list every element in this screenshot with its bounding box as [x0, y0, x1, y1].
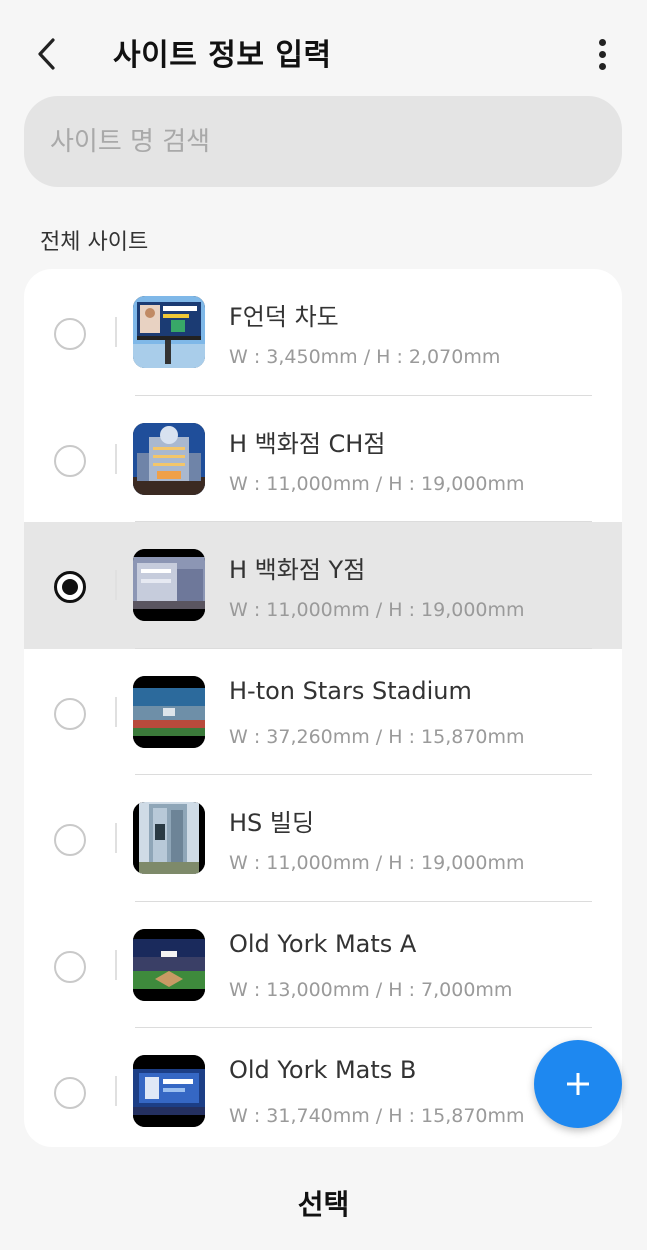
site-radio[interactable]: [54, 950, 86, 983]
divider: [115, 317, 117, 347]
site-size: W : 11,000mm / H : 19,000mm: [229, 599, 525, 621]
site-name: H 백화점 CH점: [229, 429, 386, 458]
department-store-street-image: [133, 549, 205, 621]
divider: [115, 823, 117, 853]
site-list-item[interactable]: H-ton Stars Stadium W : 37,260mm / H : 1…: [24, 649, 622, 775]
site-name: Old York Mats A: [229, 929, 417, 958]
site-thumbnail: [133, 549, 205, 621]
site-list: F언덕 차도 W : 3,450mm / H : 2,070mm H 백화점 C…: [24, 269, 622, 1147]
site-name: F언덕 차도: [229, 303, 339, 331]
site-list-item[interactable]: F언덕 차도 W : 3,450mm / H : 2,070mm: [24, 269, 622, 396]
site-size: W : 31,740mm / H : 15,870mm: [229, 1105, 525, 1127]
department-store-night-image: [133, 422, 205, 495]
stadium-image: [133, 675, 205, 748]
site-thumbnail: [133, 422, 205, 495]
site-size: W : 37,260mm / H : 15,870mm: [229, 725, 525, 748]
site-thumbnail: [133, 928, 205, 1001]
page-title: 사이트 정보 입력: [113, 38, 332, 73]
site-radio[interactable]: [54, 444, 86, 477]
site-size: W : 11,000mm / H : 19,000mm: [229, 472, 525, 495]
divider: [115, 570, 117, 600]
divider: [115, 1076, 117, 1106]
site-thumbnail: [133, 296, 205, 368]
site-list-item[interactable]: H 백화점 CH점 W : 11,000mm / H : 19,000mm: [24, 396, 622, 522]
scoreboard-image: [133, 1055, 205, 1127]
site-name: H-ton Stars Stadium: [229, 676, 472, 705]
add-site-button[interactable]: [534, 1040, 622, 1128]
site-name: HS 빌딩: [229, 809, 315, 837]
site-list-item[interactable]: H 백화점 Y점 W : 11,000mm / H : 19,000mm: [24, 522, 622, 649]
ballpark-night-image: [133, 928, 205, 1001]
search-bar: [24, 96, 622, 187]
site-size: W : 13,000mm / H : 7,000mm: [229, 978, 513, 1001]
more-options-button[interactable]: [586, 36, 618, 72]
site-radio[interactable]: [54, 697, 86, 730]
site-radio[interactable]: [54, 1077, 86, 1109]
site-radio[interactable]: [54, 318, 86, 350]
site-list-item[interactable]: Old York Mats A W : 13,000mm / H : 7,000…: [24, 902, 622, 1028]
site-thumbnail: [133, 802, 205, 874]
site-thumbnail: [133, 1055, 205, 1127]
site-name: Old York Mats B: [229, 1056, 417, 1084]
divider: [115, 696, 117, 727]
site-radio[interactable]: [54, 824, 86, 856]
site-name: H 백화점 Y점: [229, 556, 366, 584]
divider: [115, 949, 117, 980]
divider: [115, 443, 117, 474]
billboard-image: [133, 296, 205, 368]
site-thumbnail: [133, 675, 205, 748]
back-button[interactable]: [28, 34, 64, 74]
more-dot: [598, 50, 606, 58]
site-list-item[interactable]: Old York Mats B W : 31,740mm / H : 15,87…: [24, 1028, 622, 1147]
chevron-left-icon: [38, 38, 55, 70]
select-button[interactable]: 선택: [0, 1168, 647, 1238]
office-building-image: [133, 802, 205, 874]
more-vertical-icon: [598, 38, 606, 46]
more-dot: [598, 62, 606, 70]
site-size: W : 11,000mm / H : 19,000mm: [229, 852, 525, 874]
app-header: 사이트 정보 입력: [0, 0, 647, 100]
plus-icon: [567, 1073, 589, 1095]
search-input[interactable]: [24, 96, 622, 187]
site-radio[interactable]: [54, 571, 86, 603]
site-list-item[interactable]: HS 빌딩 W : 11,000mm / H : 19,000mm: [24, 775, 622, 902]
site-size: W : 3,450mm / H : 2,070mm: [229, 346, 501, 368]
section-label: 전체 사이트: [40, 230, 149, 255]
